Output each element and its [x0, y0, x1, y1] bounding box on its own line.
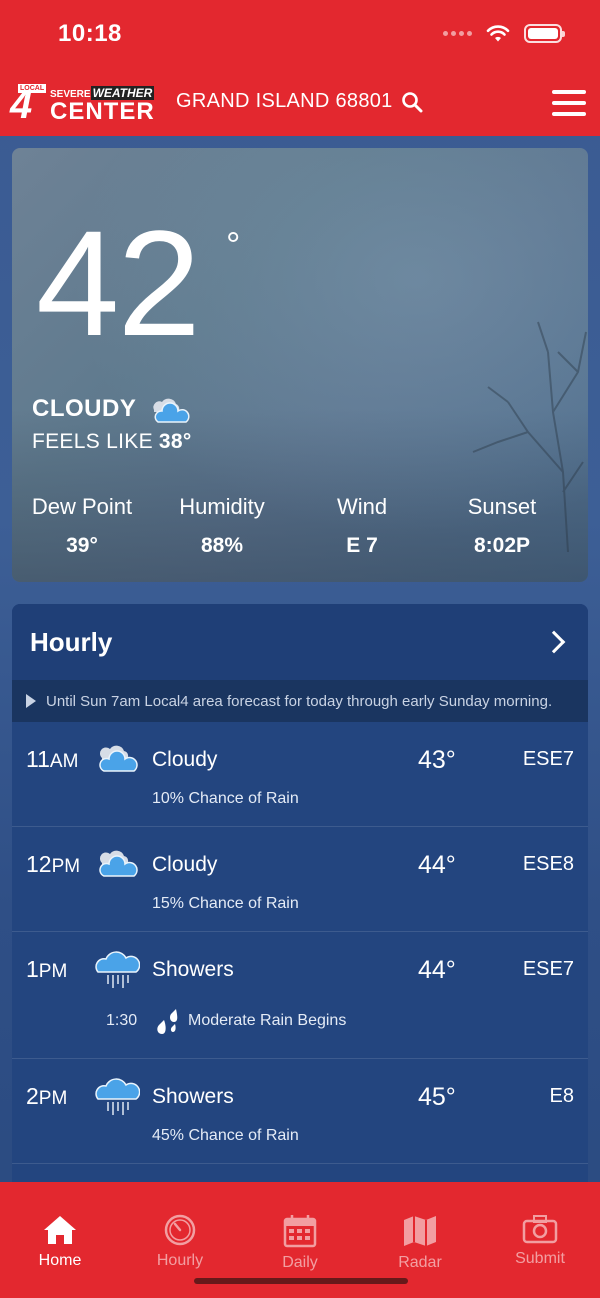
- search-icon[interactable]: [401, 91, 423, 113]
- current-temperature: 42: [36, 199, 201, 367]
- current-condition: CLOUDY: [32, 394, 192, 424]
- chance-of-rain: 15% Chance of Rain: [152, 895, 299, 912]
- condition-text: CLOUDY: [32, 395, 137, 422]
- hourly-row[interactable]: 12PM Cloudy 44° ESE8 15% Chance of Rain: [12, 827, 588, 932]
- tab-home[interactable]: Home: [0, 1182, 120, 1298]
- camera-icon: [522, 1215, 558, 1244]
- hourly-row[interactable]: 1PM Showers 44° ESE7 1:30 Moderate Rain …: [12, 932, 588, 1059]
- status-time: 10:18: [58, 20, 122, 47]
- hourly-forecast-card: Hourly Until Sun 7am Local4 area forecas…: [12, 604, 588, 1204]
- event-text: Moderate Rain Begins: [188, 1012, 347, 1029]
- cloudy-icon: [99, 850, 138, 877]
- stat-humidity: Humidity 88%: [179, 494, 265, 557]
- chance-of-rain: 10% Chance of Rain: [152, 790, 299, 807]
- chance-of-rain: 45% Chance of Rain: [152, 1127, 299, 1144]
- event-time: 1:30: [106, 1012, 138, 1029]
- local4-severe-weather-logo[interactable]: 4 LOCAL SEVERE WEATHER CENTER: [10, 84, 155, 126]
- calendar-icon: [283, 1215, 317, 1248]
- cloudy-icon: [153, 398, 190, 423]
- cellular-signal-icon: [443, 31, 472, 36]
- app-header: 4 LOCAL SEVERE WEATHER CENTER GRAND ISLAN…: [0, 70, 600, 136]
- showers-icon: [95, 951, 140, 988]
- location-label: GRAND ISLAND 68801: [176, 90, 393, 112]
- stat-dew-point: Dew Point 39°: [31, 494, 133, 557]
- forecast-notice[interactable]: Until Sun 7am Local4 area forecast for t…: [12, 680, 588, 722]
- map-icon: [404, 1216, 436, 1246]
- current-conditions-card: 42 ° CLOUDY FEELS LIKE 38° Dew Point 39° …: [12, 148, 588, 582]
- showers-icon: [95, 1078, 140, 1115]
- location-search[interactable]: GRAND ISLAND 68801: [176, 90, 423, 113]
- hourly-row[interactable]: 11AM Cloudy 43° ESE7 10% Chance of Rain: [12, 722, 588, 827]
- stat-wind: Wind E 7: [336, 494, 388, 557]
- hourly-row[interactable]: 2PM Showers 45° E8 45% Chance of Rain: [12, 1059, 588, 1164]
- play-icon: [26, 694, 36, 708]
- cloudy-icon: [99, 745, 138, 772]
- home-icon: [44, 1216, 76, 1244]
- feels-like: FEELS LIKE 38°: [32, 430, 192, 453]
- wifi-icon: [486, 24, 510, 41]
- forecast-notice-text: Until Sun 7am Local4 area forecast for t…: [46, 692, 553, 710]
- raindrops-icon: [157, 1009, 178, 1034]
- battery-icon: [524, 24, 565, 43]
- degree-symbol: °: [226, 224, 241, 265]
- home-indicator: [194, 1278, 408, 1284]
- hourly-header[interactable]: Hourly: [12, 604, 588, 680]
- hourly-title: Hourly: [30, 626, 113, 657]
- stat-sunset: Sunset 8:02P: [467, 494, 537, 557]
- current-stats: Dew Point 39° Humidity 88% Wind E 7 Suns…: [12, 494, 588, 558]
- clock-icon: [164, 1214, 196, 1246]
- tab-submit[interactable]: Submit: [480, 1182, 600, 1298]
- status-icons: [443, 24, 565, 43]
- hamburger-menu-icon[interactable]: [552, 90, 586, 116]
- chevron-right-icon[interactable]: [542, 630, 566, 654]
- weather-event: 1:30 Moderate Rain Begins: [12, 996, 588, 1058]
- status-bar: 10:18: [0, 0, 600, 70]
